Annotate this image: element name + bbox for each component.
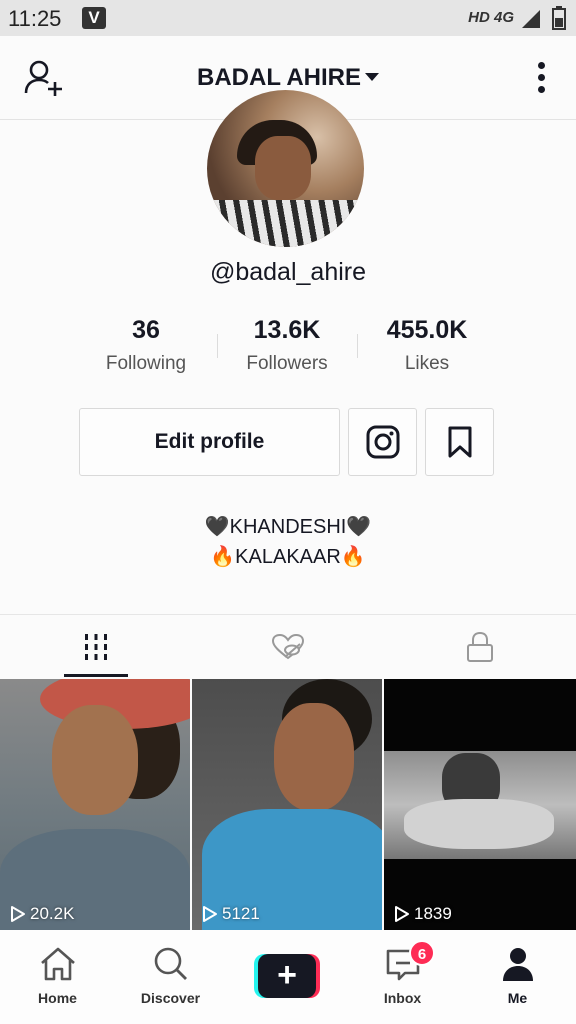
bio-line: 🖤KHANDESHI🖤: [204, 516, 372, 538]
stat-label: Likes: [404, 353, 450, 374]
stat-label: Followers: [246, 353, 328, 374]
profile-stats: 36 Following 13.6K Followers 455.0K Like…: [76, 316, 500, 380]
stat-following[interactable]: 36 Following: [76, 316, 216, 375]
profile-bio: 🖤KHANDESHI🖤 🔥KALAKAAR🔥: [0, 512, 576, 572]
avatar[interactable]: [207, 90, 364, 247]
view-count-text: 1839: [414, 904, 452, 923]
signal-icon: [522, 10, 540, 28]
stat-label: Following: [105, 353, 187, 374]
status-time: 11:25: [8, 6, 62, 31]
videos-grid-icon: [85, 634, 107, 660]
home-icon: [40, 947, 75, 981]
tab-videos[interactable]: [0, 615, 192, 679]
bottom-navigation: Home Discover + 6 Inbox Me: [0, 930, 576, 1024]
nav-label: Inbox: [383, 990, 422, 1006]
page-title: BADAL AHIRE: [196, 64, 361, 91]
profile-tabs: [0, 615, 576, 679]
bio-line: 🔥KALAKAAR🔥: [210, 546, 366, 568]
stat-likes[interactable]: 455.0K Likes: [357, 316, 497, 375]
video-grid: 20.2K 5121 1839: [0, 679, 576, 930]
bookmark-icon: [448, 426, 471, 458]
nav-discover[interactable]: Discover: [113, 930, 228, 1024]
tab-liked[interactable]: [192, 615, 384, 679]
nav-label: Discover: [140, 990, 201, 1006]
liked-hidden-icon: [271, 633, 305, 660]
view-count: 1839: [394, 904, 452, 924]
video-thumbnail[interactable]: 20.2K: [0, 679, 190, 930]
battery-icon: [552, 6, 566, 30]
search-icon: [154, 947, 187, 980]
status-bar: 11:25 V HD 4G: [0, 0, 576, 36]
instagram-icon: [366, 425, 399, 459]
nav-label: Home: [38, 990, 77, 1006]
view-count: 20.2K: [10, 904, 74, 924]
profile-username: @badal_ahire: [209, 258, 367, 286]
stat-value: 13.6K: [253, 316, 321, 344]
stat-value: 36: [132, 316, 160, 344]
view-count-text: 20.2K: [30, 904, 75, 923]
nav-label: Me: [507, 990, 528, 1006]
play-icon: [395, 906, 409, 922]
instagram-button[interactable]: [348, 408, 417, 476]
create-video-button[interactable]: +: [254, 954, 320, 998]
view-count-text: 5121: [222, 904, 260, 923]
chevron-down-icon: [365, 72, 379, 81]
video-thumbnail[interactable]: 5121: [192, 679, 382, 930]
view-count: 5121: [202, 904, 260, 924]
account-switcher[interactable]: BADAL AHIRE: [0, 64, 576, 92]
edit-profile-button[interactable]: Edit profile: [79, 408, 340, 476]
more-options-icon[interactable]: [536, 62, 546, 96]
nav-me[interactable]: Me: [460, 930, 575, 1024]
stat-followers[interactable]: 13.6K Followers: [217, 316, 357, 375]
network-indicator: HD 4G: [468, 9, 514, 26]
app-notification-icon: V: [82, 7, 106, 29]
play-icon: [11, 906, 25, 922]
nav-home[interactable]: Home: [0, 930, 115, 1024]
stat-value: 455.0K: [386, 316, 468, 344]
tab-private[interactable]: [384, 615, 576, 679]
favorites-button[interactable]: [425, 408, 494, 476]
inbox-badge: 6: [409, 940, 435, 966]
video-thumbnail[interactable]: 1839: [384, 679, 576, 930]
profile-icon: [502, 948, 533, 981]
nav-inbox[interactable]: 6 Inbox: [345, 930, 460, 1024]
active-tab-indicator: [64, 674, 128, 677]
private-lock-icon: [467, 631, 493, 662]
plus-icon: +: [258, 954, 316, 998]
play-icon: [203, 906, 217, 922]
